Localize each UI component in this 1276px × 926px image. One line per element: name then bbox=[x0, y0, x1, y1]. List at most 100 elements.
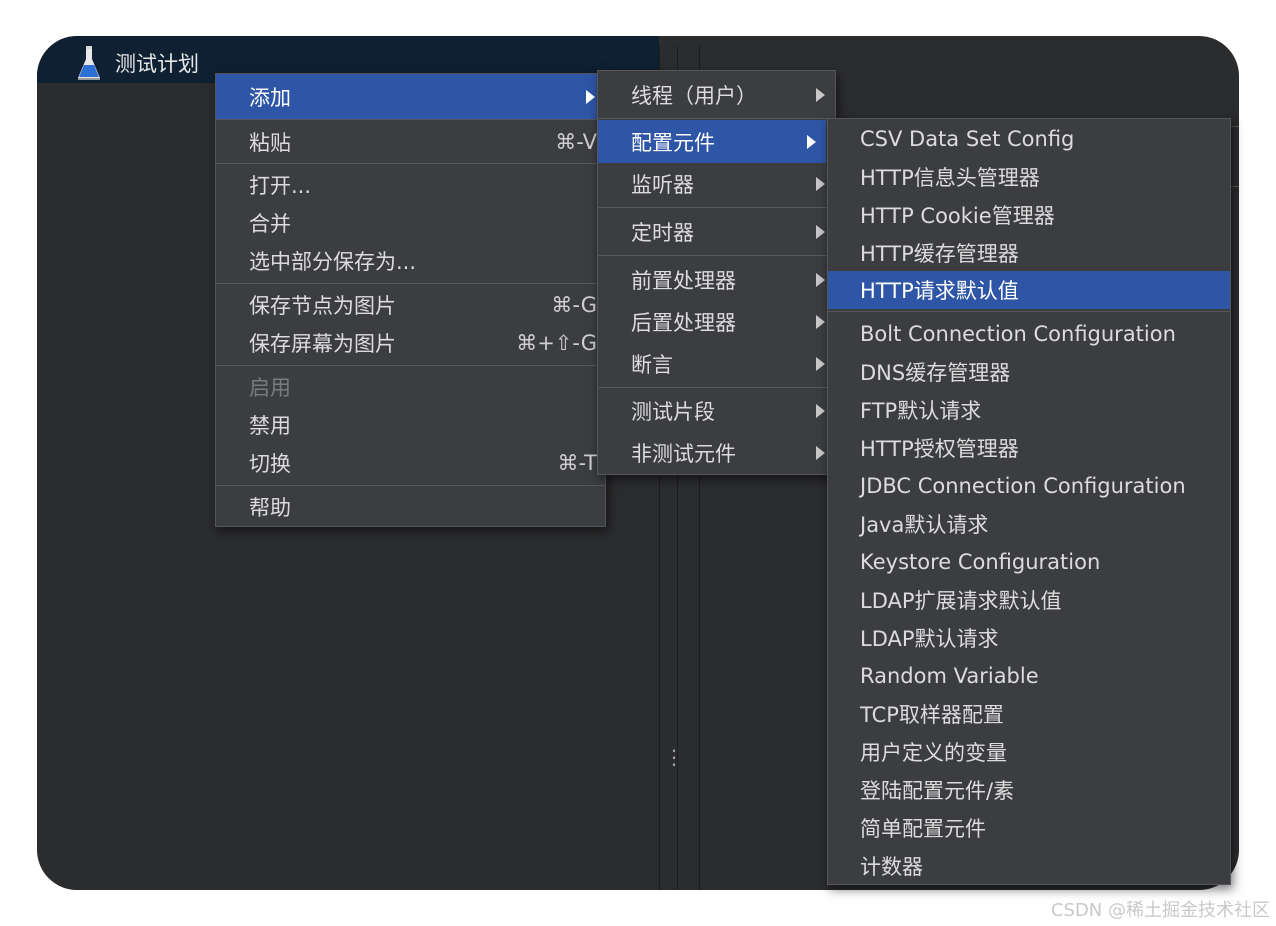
menu-item-shortcut: ⌘-G bbox=[551, 293, 597, 317]
config-item-bolt-connection-configuration[interactable]: Bolt Connection Configuration bbox=[828, 315, 1230, 353]
tree-root-node[interactable]: 测试计划 bbox=[77, 45, 199, 81]
config-item-dns-cache-manager[interactable]: DNS缓存管理器 bbox=[828, 353, 1230, 391]
menu-item-label: JDBC Connection Configuration bbox=[860, 474, 1186, 498]
menu-separator bbox=[216, 283, 605, 284]
menu-item-label: 用户定义的变量 bbox=[860, 741, 1007, 765]
menu-item-save-screen-as-image[interactable]: 保存屏幕为图片 ⌘+⇧-G bbox=[216, 324, 605, 362]
menu-item-label: 线程（用户） bbox=[631, 84, 757, 108]
menu-separator bbox=[216, 119, 605, 120]
menu-item-label: 切换 bbox=[249, 452, 291, 476]
flask-icon bbox=[78, 46, 100, 80]
config-item-http-header-manager[interactable]: HTTP信息头管理器 bbox=[828, 158, 1230, 196]
menu-item-label: 选中部分保存为... bbox=[249, 250, 417, 274]
config-item-http-cookie-manager[interactable]: HTTP Cookie管理器 bbox=[828, 196, 1230, 234]
menu-item-label: Bolt Connection Configuration bbox=[860, 322, 1176, 346]
submenu-arrow-icon bbox=[586, 89, 595, 104]
menu-item-label: TCP取样器配置 bbox=[860, 703, 1004, 727]
config-item-ldap-request-defaults[interactable]: LDAP默认请求 bbox=[828, 619, 1230, 657]
menu-item-label: Keystore Configuration bbox=[860, 550, 1101, 574]
menu-item-label: 后置处理器 bbox=[631, 311, 736, 335]
menu-item-save-node-as-image[interactable]: 保存节点为图片 ⌘-G bbox=[216, 286, 605, 324]
menu-item-label: LDAP扩展请求默认值 bbox=[860, 589, 1062, 613]
config-item-csv-data-set-config[interactable]: CSV Data Set Config bbox=[828, 120, 1230, 158]
menu-item-toggle[interactable]: 切换 ⌘-T bbox=[216, 444, 605, 482]
submenu-item-timer[interactable]: 定时器 bbox=[598, 210, 835, 253]
config-item-random-variable[interactable]: Random Variable bbox=[828, 657, 1230, 695]
config-item-http-request-defaults[interactable]: HTTP请求默认值 bbox=[828, 271, 1230, 309]
menu-separator bbox=[828, 311, 1230, 312]
menu-item-label: 打开... bbox=[249, 174, 312, 198]
config-item-keystore-configuration[interactable]: Keystore Configuration bbox=[828, 543, 1230, 581]
submenu-item-post-processor[interactable]: 后置处理器 bbox=[598, 301, 835, 343]
config-element-submenu: CSV Data Set Config HTTP信息头管理器 HTTP Cook… bbox=[827, 118, 1231, 885]
menu-item-label: 前置处理器 bbox=[631, 268, 736, 293]
menu-item-help[interactable]: 帮助 bbox=[216, 488, 605, 526]
submenu-arrow-icon bbox=[816, 224, 825, 239]
config-item-simple-config-element[interactable]: 简单配置元件 bbox=[828, 809, 1230, 847]
config-item-ftp-request-defaults[interactable]: FTP默认请求 bbox=[828, 391, 1230, 429]
config-item-java-request-defaults[interactable]: Java默认请求 bbox=[828, 505, 1230, 543]
menu-item-shortcut: ⌘-T bbox=[557, 451, 597, 475]
submenu-arrow-icon bbox=[816, 88, 825, 102]
menu-item-label: 非测试元件 bbox=[631, 442, 736, 466]
menu-item-add[interactable]: 添加 bbox=[216, 74, 605, 119]
menu-item-label: Random Variable bbox=[860, 664, 1039, 688]
split-pane-handle-icon[interactable]: ⋮ bbox=[664, 747, 684, 782]
config-item-login-config-element[interactable]: 登陆配置元件/素 bbox=[828, 771, 1230, 809]
menu-item-label: LDAP默认请求 bbox=[860, 627, 999, 651]
menu-item-label: 合并 bbox=[249, 212, 291, 236]
submenu-item-listener[interactable]: 监听器 bbox=[598, 163, 835, 205]
config-item-jdbc-connection-configuration[interactable]: JDBC Connection Configuration bbox=[828, 467, 1230, 505]
submenu-arrow-icon bbox=[816, 315, 825, 329]
config-item-user-defined-variables[interactable]: 用户定义的变量 bbox=[828, 733, 1230, 771]
config-item-http-authorization-manager[interactable]: HTTP授权管理器 bbox=[828, 429, 1230, 467]
menu-item-merge[interactable]: 合并 bbox=[216, 204, 605, 242]
submenu-item-threads[interactable]: 线程（用户） bbox=[598, 73, 835, 117]
menu-item-label: Java默认请求 bbox=[860, 513, 989, 537]
menu-item-enable: 启用 bbox=[216, 368, 605, 406]
menu-separator bbox=[216, 163, 605, 164]
menu-item-save-selection-as[interactable]: 选中部分保存为... bbox=[216, 242, 605, 280]
menu-item-label: 帮助 bbox=[249, 496, 291, 520]
menu-separator bbox=[598, 387, 835, 388]
menu-item-open[interactable]: 打开... bbox=[216, 166, 605, 204]
submenu-item-pre-processor[interactable]: 前置处理器 bbox=[598, 258, 835, 301]
menu-separator bbox=[598, 207, 835, 208]
tree-root-label: 测试计划 bbox=[115, 52, 199, 76]
menu-item-label: 保存节点为图片 bbox=[249, 294, 396, 318]
menu-item-label: 禁用 bbox=[249, 414, 291, 438]
menu-item-label: HTTP缓存管理器 bbox=[860, 242, 1019, 266]
config-item-counter[interactable]: 计数器 bbox=[828, 847, 1230, 885]
menu-separator bbox=[598, 255, 835, 256]
submenu-item-test-fragment[interactable]: 测试片段 bbox=[598, 390, 835, 432]
menu-item-label: 启用 bbox=[249, 376, 291, 400]
menu-item-label: 监听器 bbox=[631, 173, 694, 197]
menu-separator bbox=[216, 485, 605, 486]
submenu-arrow-icon bbox=[816, 177, 825, 191]
menu-item-label: HTTP请求默认值 bbox=[860, 279, 1019, 303]
menu-item-label: 断言 bbox=[631, 353, 673, 377]
submenu-item-assertion[interactable]: 断言 bbox=[598, 343, 835, 385]
menu-item-disable[interactable]: 禁用 bbox=[216, 406, 605, 444]
config-item-http-cache-manager[interactable]: HTTP缓存管理器 bbox=[828, 234, 1230, 272]
config-item-ldap-extended-request-defaults[interactable]: LDAP扩展请求默认值 bbox=[828, 581, 1230, 619]
menu-item-label: 登陆配置元件/素 bbox=[860, 779, 1015, 803]
menu-item-label: 定时器 bbox=[631, 220, 694, 245]
menu-item-shortcut: ⌘-V bbox=[555, 130, 597, 154]
add-submenu: 线程（用户） 配置元件 监听器 定时器 前置处理器 后置处理器 断言 测试片段 … bbox=[597, 70, 836, 475]
menu-item-label: 测试片段 bbox=[631, 400, 715, 424]
menu-item-label: 简单配置元件 bbox=[860, 817, 986, 841]
menu-item-label: HTTP Cookie管理器 bbox=[860, 204, 1055, 228]
submenu-item-config-element[interactable]: 配置元件 bbox=[598, 120, 826, 163]
menu-item-label: 保存屏幕为图片 bbox=[249, 332, 396, 356]
menu-item-label: CSV Data Set Config bbox=[860, 127, 1075, 151]
menu-item-paste[interactable]: 粘贴 ⌘-V bbox=[216, 122, 605, 162]
submenu-item-non-test-element[interactable]: 非测试元件 bbox=[598, 432, 835, 474]
watermark: CSDN @稀土掘金技术社区 bbox=[1050, 900, 1270, 921]
menu-item-shortcut: ⌘+⇧-G bbox=[516, 331, 597, 355]
menu-item-label: 添加 bbox=[249, 85, 291, 110]
menu-item-label: 粘贴 bbox=[249, 131, 291, 155]
submenu-arrow-icon bbox=[816, 357, 825, 371]
config-item-tcp-sampler-config[interactable]: TCP取样器配置 bbox=[828, 695, 1230, 733]
submenu-arrow-icon bbox=[807, 134, 816, 149]
